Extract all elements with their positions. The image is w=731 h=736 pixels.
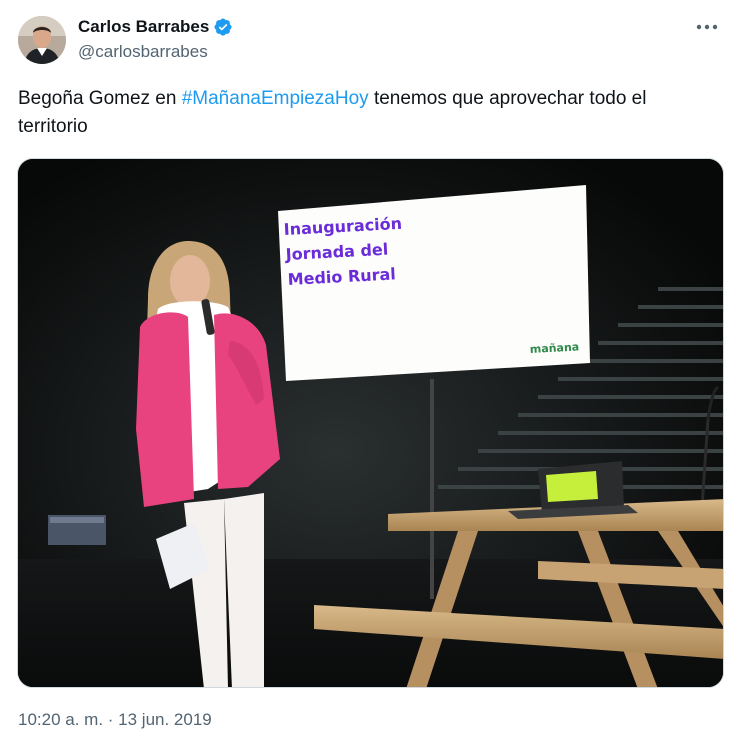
screen-brand-text: mañana — [529, 340, 579, 356]
author-handle[interactable]: @carlosbarrabes — [78, 41, 233, 63]
tweet-photo[interactable]: Inauguración Jornada del Medio Rural mañ… — [17, 158, 724, 688]
author-name[interactable]: Carlos Barrabes — [78, 15, 209, 39]
tweet-text-before: Begoña Gomez en — [18, 88, 182, 109]
verified-badge-icon[interactable] — [213, 17, 233, 37]
tweet-card: Carlos Barrabes @carlosbarrabes Begoña G… — [0, 0, 731, 736]
more-dots-icon — [696, 24, 718, 30]
tweet-text: Begoña Gomez en #MañanaEmpiezaHoy tenemo… — [18, 85, 718, 141]
author-block: Carlos Barrabes @carlosbarrabes — [78, 15, 233, 63]
tweet-timestamp[interactable]: 10:20 a. m. · 13 jun. 2019 — [18, 708, 212, 732]
projection-screen: Inauguración Jornada del Medio Rural mañ… — [278, 185, 590, 381]
avatar[interactable] — [18, 16, 66, 64]
more-options-button[interactable] — [693, 16, 721, 38]
hashtag-link[interactable]: #MañanaEmpiezaHoy — [182, 88, 369, 109]
name-row: Carlos Barrabes — [78, 15, 233, 39]
crate — [48, 515, 106, 545]
